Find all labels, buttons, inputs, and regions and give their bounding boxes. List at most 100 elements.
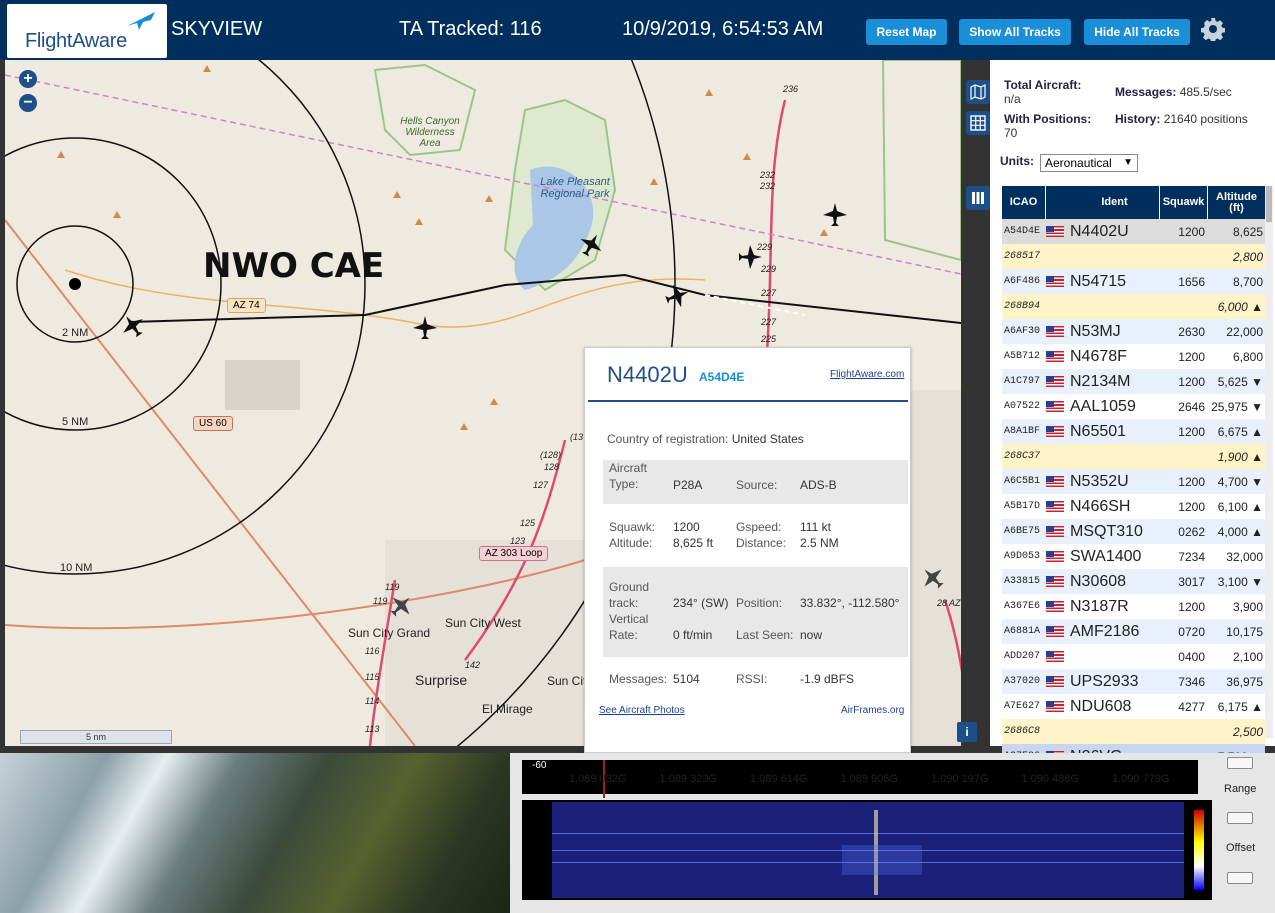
- frequency-tick-label: 1.090 779G: [1112, 773, 1170, 785]
- table-body: A54D4E N4402U 1200 8,625 268517 2,800 A6F486 N5…: [1002, 219, 1265, 769]
- table-row[interactable]: 268C37 1,900 ▲: [1002, 444, 1265, 469]
- col-ident[interactable]: Ident: [1070, 186, 1160, 219]
- table-row[interactable]: 2686C8 2,500: [1002, 719, 1265, 744]
- cell-icao: A1C797: [1004, 376, 1041, 387]
- map-layers-button[interactable]: [966, 80, 990, 104]
- cell-altitude: 25,975 ▼: [1211, 399, 1263, 414]
- col-squawk[interactable]: Squawk: [1160, 186, 1208, 219]
- country-row: Country of registration: United States: [607, 431, 804, 447]
- logo-text: FlightAware: [25, 30, 127, 52]
- route-number: 125: [520, 518, 536, 528]
- table-row[interactable]: A367E6 N3187R 1200 3,900: [1002, 594, 1265, 619]
- map-scale-bar: 5 nm: [20, 730, 172, 744]
- hide-all-tracks-button[interactable]: Hide All Tracks: [1084, 19, 1190, 45]
- cell-altitude: 4,000 ▲: [1217, 524, 1263, 539]
- zoom-in-button[interactable]: +: [19, 70, 37, 88]
- cell-ident: UPS2933: [1070, 672, 1139, 690]
- table-scrollbar[interactable]: [1265, 186, 1273, 738]
- table-scrollbar-thumb[interactable]: [1266, 186, 1272, 222]
- table-row[interactable]: A8A1BF N65501 1200 6,675 ▲: [1002, 419, 1265, 444]
- range-label-10nm: 10 NM: [60, 562, 93, 574]
- table-row[interactable]: A54D4E N4402U 1200 8,625: [1002, 219, 1265, 244]
- table-row[interactable]: A07522 AAL1059 2646 25,975 ▼: [1002, 394, 1265, 419]
- place-sun-city: Sun Cit: [547, 674, 587, 688]
- cell-flag: [1046, 376, 1070, 387]
- flightaware-logo[interactable]: FlightAware: [7, 4, 167, 58]
- chevron-down-icon: ▼: [1123, 157, 1133, 168]
- range-slider-top[interactable]: [1227, 757, 1253, 769]
- zoom-out-button[interactable]: −: [19, 94, 37, 112]
- show-all-tracks-button[interactable]: Show All Tracks: [959, 19, 1071, 45]
- range-slider[interactable]: [1227, 812, 1253, 824]
- aircraft-detail-popup: N4402U A54D4E FlightAware.com Country of…: [584, 347, 911, 753]
- cell-altitude: 6,675 ▲: [1217, 424, 1263, 439]
- table-row[interactable]: 268B94 6,000 ▲: [1002, 294, 1265, 319]
- table-row[interactable]: A5B17D N466SH 1200 6,100 ▲: [1002, 494, 1265, 519]
- cell-ident: AMF2186: [1070, 622, 1140, 640]
- route-number: 232: [760, 181, 776, 191]
- table-row[interactable]: A6BE75 MSQT310 0262 4,000 ▲: [1002, 519, 1265, 544]
- table-row[interactable]: 268517 2,800: [1002, 244, 1265, 269]
- route-number: (13: [570, 432, 584, 442]
- cell-icao: A5B17D: [1004, 501, 1041, 512]
- frequency-tick-label: 1.089 905G: [840, 773, 899, 785]
- us-flag-icon: [1046, 651, 1064, 662]
- grid-toggle-button[interactable]: [966, 111, 990, 135]
- cell-ident: N2134M: [1070, 372, 1131, 390]
- us-flag-icon: [1046, 476, 1064, 487]
- reset-map-button[interactable]: Reset Map: [866, 19, 947, 45]
- col-altitude[interactable]: Altitude (ft): [1208, 186, 1265, 219]
- cell-icao: 268C37: [1004, 451, 1041, 462]
- cell-altitude: 2,100: [1232, 649, 1263, 664]
- us-flag-icon: [1046, 276, 1064, 287]
- cell-flag: [1046, 526, 1070, 537]
- cell-flag: [1046, 676, 1070, 687]
- route-number: 236: [783, 84, 799, 94]
- place-el-mirage: El Mirage: [482, 702, 533, 716]
- cell-ident: N3187R: [1070, 597, 1129, 615]
- cell-icao: A07522: [1004, 401, 1041, 412]
- columns-toggle-button[interactable]: [966, 186, 990, 210]
- cell-flag: [1046, 601, 1070, 612]
- country-label: Country of registration:: [607, 432, 729, 446]
- table-row[interactable]: ADD207 0400 2,100: [1002, 644, 1265, 669]
- cell-icao: A54D4E: [1004, 226, 1041, 237]
- units-select[interactable]: Aeronautical ▼: [1040, 154, 1138, 172]
- cell-icao: 268B94: [1004, 301, 1041, 312]
- flightaware-link[interactable]: FlightAware.com: [830, 369, 904, 380]
- altitude-value: 8,625 ft: [673, 536, 714, 550]
- cell-squawk: 0720: [1178, 624, 1205, 639]
- source-label: Source:: [736, 478, 778, 492]
- altitude-label: Altitude:: [609, 536, 653, 550]
- route-number: AZ: [949, 598, 961, 608]
- table-row[interactable]: A7E627 NDU608 4277 6,175 ▲: [1002, 694, 1265, 719]
- cell-squawk: 2630: [1178, 324, 1205, 339]
- route-number: 229: [761, 264, 777, 274]
- table-row[interactable]: A1C797 N2134M 1200 5,625 ▼: [1002, 369, 1265, 394]
- info-button[interactable]: i: [957, 722, 977, 742]
- units-label: Units:: [1000, 154, 1034, 168]
- aircraft-photos-link[interactable]: See Aircraft Photos: [599, 705, 685, 716]
- table-row[interactable]: A5B712 N4678F 1200 6,800: [1002, 344, 1265, 369]
- place-sun-city-west: Sun City West: [445, 616, 521, 630]
- position-value: 33.832°, -112.580°: [800, 596, 900, 610]
- ground-track-value: 234° (SW): [673, 596, 729, 610]
- table-row[interactable]: A6F486 N54715 1656 8,700: [1002, 269, 1265, 294]
- history-count: History: 21640 positions: [1115, 112, 1255, 126]
- cell-flag: [1046, 226, 1070, 237]
- cell-flag: [1046, 551, 1070, 562]
- col-icao[interactable]: ICAO: [1002, 186, 1046, 219]
- table-row[interactable]: A9D053 SWA1400 7234 32,000: [1002, 544, 1265, 569]
- settings-gear-icon[interactable]: [1201, 17, 1225, 41]
- route-number: 28: [937, 598, 948, 608]
- table-row[interactable]: A6881A AMF2186 0720 10,175: [1002, 619, 1265, 644]
- cell-squawk: 1200: [1178, 424, 1205, 439]
- table-row[interactable]: A33815 N30608 3017 3,100 ▼: [1002, 569, 1265, 594]
- table-row[interactable]: A6AF30 N53MJ 2630 22,000: [1002, 319, 1265, 344]
- table-row[interactable]: A6C5B1 N5352U 1200 4,700 ▼: [1002, 469, 1265, 494]
- offset-slider[interactable]: [1227, 872, 1253, 884]
- grid-icon: [970, 115, 986, 131]
- airframes-link[interactable]: AirFrames.org: [841, 705, 904, 716]
- route-number: 232: [760, 170, 776, 180]
- table-row[interactable]: A37020 UPS2933 7346 36,975: [1002, 669, 1265, 694]
